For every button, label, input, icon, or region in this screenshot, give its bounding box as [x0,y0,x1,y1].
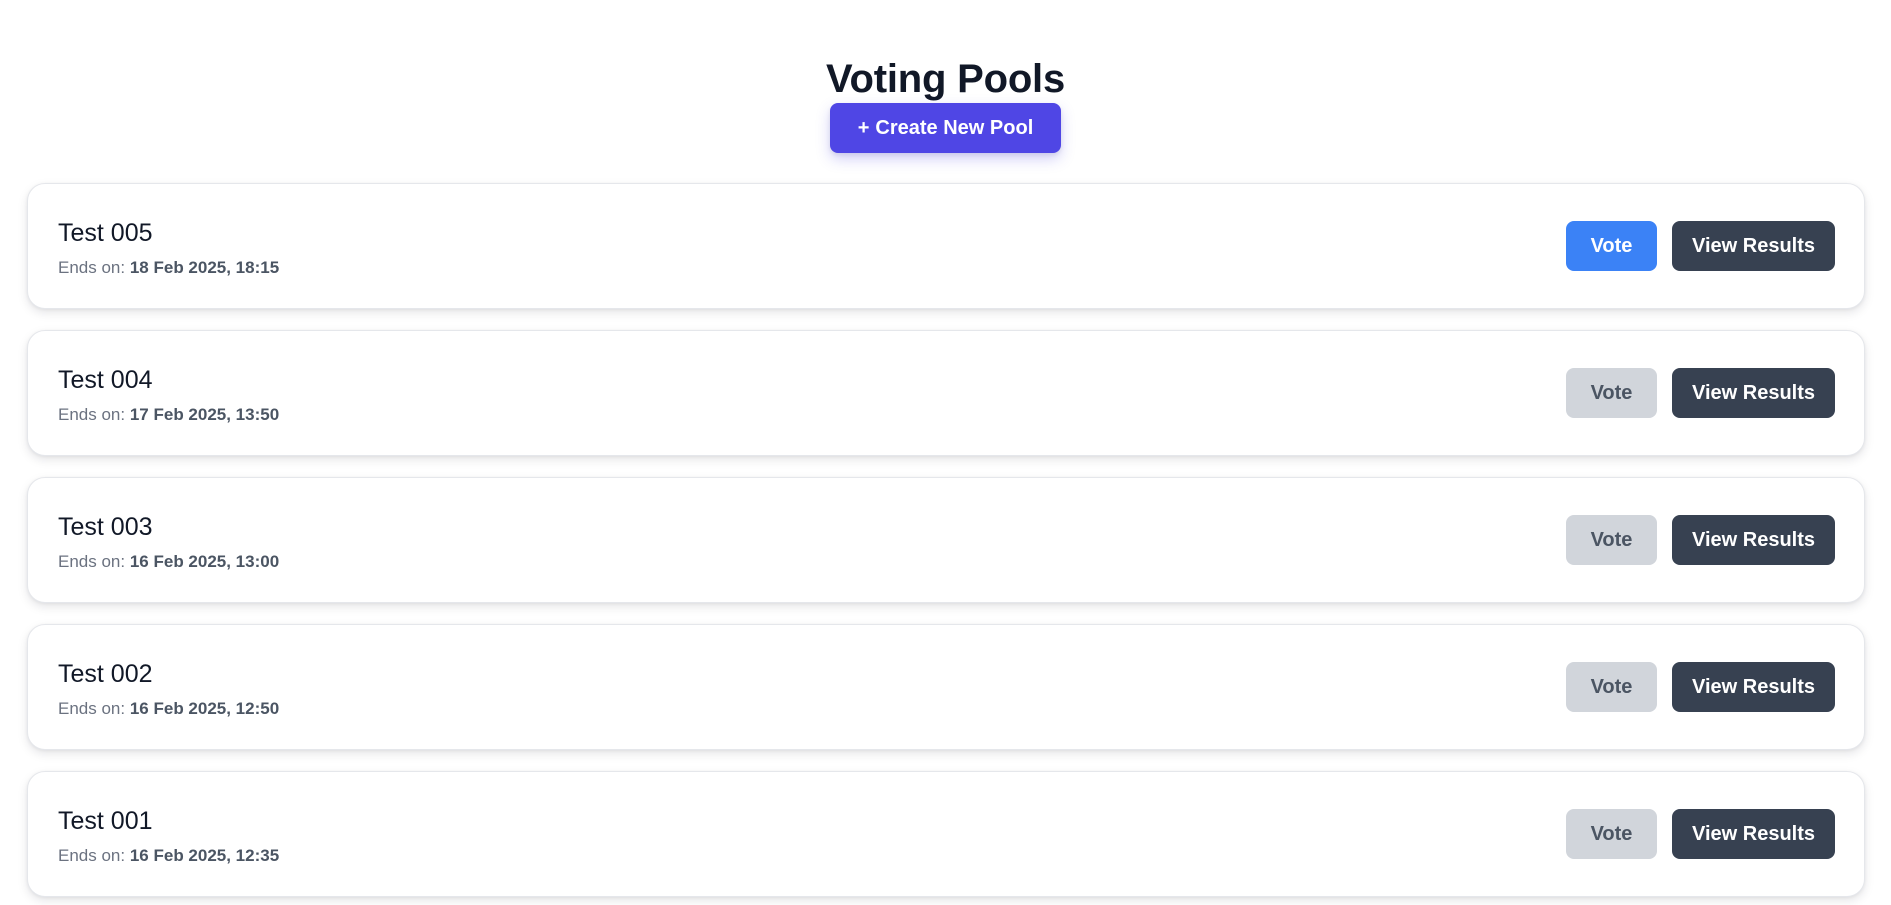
pool-name: Test 005 [58,219,153,247]
ends-on-label: Ends on: [58,405,126,424]
pool-name: Test 001 [58,807,153,835]
voting-pools-page: Voting Pools + Create New Pool Test 005 … [0,0,1891,905]
pool-actions: Vote View Results [1566,221,1835,271]
pool-actions: Vote View Results [1566,368,1835,418]
ends-on-date: 17 Feb 2025, 13:50 [129,405,280,424]
pool-end-date: Ends on: 17 Feb 2025, 13:50 [58,404,279,426]
pool-card: Test 003 Ends on: 16 Feb 2025, 13:00 Vot… [27,477,1865,603]
vote-button[interactable]: Vote [1566,368,1657,418]
create-new-pool-button[interactable]: + Create New Pool [830,103,1061,153]
pool-name: Test 003 [58,513,153,541]
pool-name: Test 004 [58,366,153,394]
ends-on-label: Ends on: [58,258,126,277]
pool-end-date: Ends on: 16 Feb 2025, 12:35 [58,845,279,867]
ends-on-date: 18 Feb 2025, 18:15 [129,258,280,277]
ends-on-date: 16 Feb 2025, 13:00 [129,552,280,571]
create-new-pool-label: Create New Pool [875,116,1034,139]
pool-name: Test 002 [58,660,153,688]
pool-card: Test 004 Ends on: 17 Feb 2025, 13:50 Vot… [27,330,1865,456]
pool-card: Test 005 Ends on: 18 Feb 2025, 18:15 Vot… [27,183,1865,309]
pool-end-date: Ends on: 16 Feb 2025, 12:50 [58,698,279,720]
ends-on-label: Ends on: [58,552,126,571]
ends-on-label: Ends on: [58,846,126,865]
ends-on-date: 16 Feb 2025, 12:35 [129,846,280,865]
view-results-button[interactable]: View Results [1672,221,1835,271]
ends-on-label: Ends on: [58,699,126,718]
vote-button[interactable]: Vote [1566,221,1657,271]
pool-end-date: Ends on: 16 Feb 2025, 13:00 [58,551,279,573]
vote-button[interactable]: Vote [1566,515,1657,565]
ends-on-date: 16 Feb 2025, 12:50 [129,699,280,718]
view-results-button[interactable]: View Results [1672,809,1835,859]
pool-actions: Vote View Results [1566,515,1835,565]
plus-icon: + [857,116,870,139]
view-results-button[interactable]: View Results [1672,368,1835,418]
view-results-button[interactable]: View Results [1672,662,1835,712]
pool-card: Test 001 Ends on: 16 Feb 2025, 12:35 Vot… [27,771,1865,897]
page-title: Voting Pools [825,56,1066,101]
pool-actions: Vote View Results [1566,662,1835,712]
view-results-button[interactable]: View Results [1672,515,1835,565]
pool-end-date: Ends on: 18 Feb 2025, 18:15 [58,257,279,279]
pool-list: Test 005 Ends on: 18 Feb 2025, 18:15 Vot… [27,183,1865,905]
pool-actions: Vote View Results [1566,809,1835,859]
vote-button[interactable]: Vote [1566,809,1657,859]
pool-card: Test 002 Ends on: 16 Feb 2025, 12:50 Vot… [27,624,1865,750]
vote-button[interactable]: Vote [1566,662,1657,712]
